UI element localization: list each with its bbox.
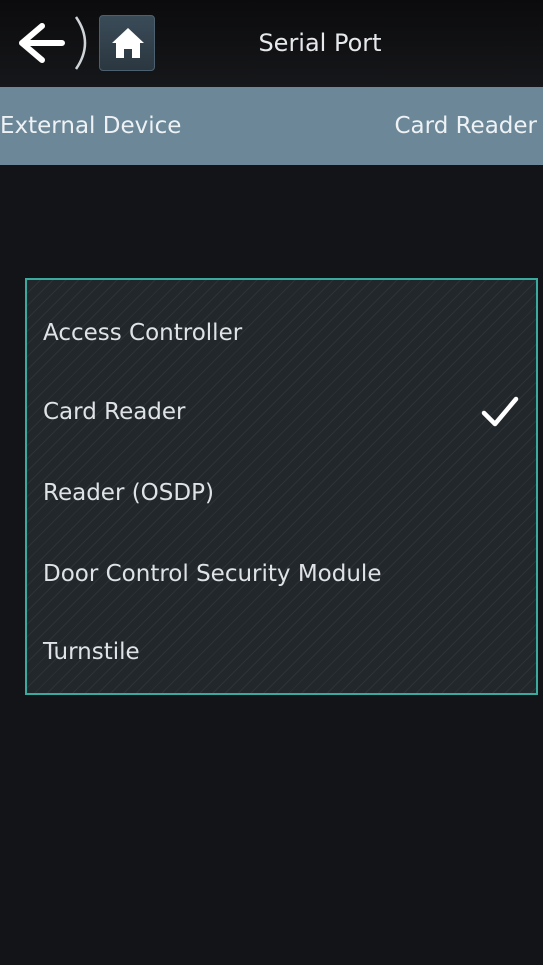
option-label: Reader (OSDP) xyxy=(43,480,214,506)
option-card-reader[interactable]: Card Reader xyxy=(27,371,536,453)
back-arrow-icon xyxy=(19,16,87,70)
top-bar: Serial Port xyxy=(0,0,543,87)
setting-row[interactable]: External Device Card Reader xyxy=(0,87,543,165)
options-list: Access Controller Card Reader Reader (OS… xyxy=(25,278,538,695)
page-title: Serial Port xyxy=(258,29,382,57)
option-label: Access Controller xyxy=(43,320,243,346)
option-access-controller[interactable]: Access Controller xyxy=(27,292,536,374)
option-turnstile[interactable]: Turnstile xyxy=(27,611,536,693)
home-icon xyxy=(112,28,144,58)
checkmark-icon xyxy=(480,393,520,431)
option-label: Card Reader xyxy=(43,399,186,425)
option-reader-osdp[interactable]: Reader (OSDP) xyxy=(27,452,536,534)
serial-port-screen: Serial Port External Device Card Reader … xyxy=(0,0,543,965)
setting-value: Card Reader xyxy=(394,113,537,139)
setting-label: External Device xyxy=(0,113,182,139)
option-door-control-security-module[interactable]: Door Control Security Module xyxy=(27,533,536,615)
back-button[interactable] xyxy=(12,14,94,72)
option-label: Door Control Security Module xyxy=(43,561,382,587)
option-label: Turnstile xyxy=(43,639,140,665)
home-button[interactable] xyxy=(99,15,155,71)
